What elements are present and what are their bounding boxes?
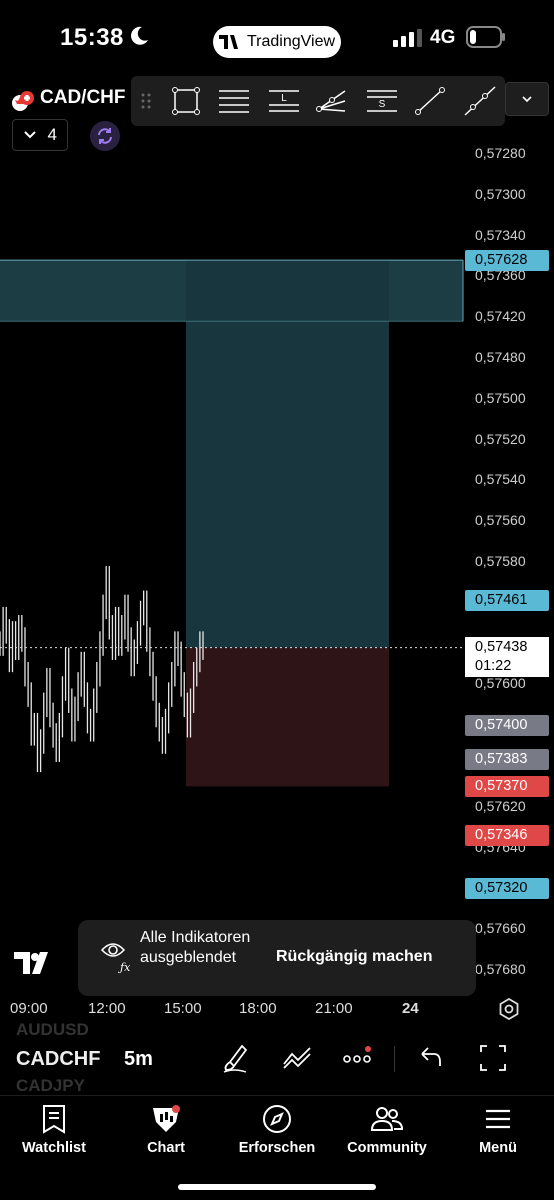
price-tick-label: 0,57500 xyxy=(475,389,526,406)
nav-label: Community xyxy=(347,1140,427,1156)
price-chart[interactable] xyxy=(0,140,465,1020)
symbol-title[interactable]: CAD/CHF xyxy=(40,87,126,109)
nav-label: Watchlist xyxy=(22,1140,86,1156)
short-position-icon[interactable]: S xyxy=(365,85,399,117)
price-tick-label: 0,57480 xyxy=(475,349,526,365)
network-type: 4G xyxy=(430,27,456,48)
bottom-navigation: Watchlist Chart Erforschen Community Men… xyxy=(0,1095,554,1166)
eye-fx-icon: ƒx xyxy=(100,943,131,974)
signal-icon xyxy=(393,29,422,47)
price-level-badge[interactable]: 0,57370 xyxy=(465,775,549,797)
tradingview-logo-icon xyxy=(14,952,48,974)
moon-icon xyxy=(131,26,148,45)
horizontal-lines-icon[interactable] xyxy=(217,85,251,117)
time-tick-label: 09:00 xyxy=(10,1000,48,1017)
nav-label: Menü xyxy=(479,1140,517,1156)
price-tick-label: 0,57600 xyxy=(475,675,526,692)
nav-label: Chart xyxy=(147,1140,185,1156)
drag-handle-icon[interactable] xyxy=(139,91,153,111)
current-price-value: 0,57438 xyxy=(475,638,528,655)
ray-icon[interactable] xyxy=(463,85,497,117)
brush-icon[interactable] xyxy=(220,1042,250,1074)
nav-watchlist[interactable]: Watchlist xyxy=(4,1104,104,1156)
price-tick-label: 0,57340 xyxy=(475,226,526,243)
watchlist-prev-symbol[interactable]: AUDUSD xyxy=(16,1020,89,1040)
undo-icon[interactable] xyxy=(416,1042,446,1074)
community-icon xyxy=(370,1107,404,1131)
stop-zone[interactable] xyxy=(186,647,389,787)
nav-community[interactable]: Community xyxy=(337,1104,437,1156)
watchlist-icon xyxy=(43,1105,65,1134)
candle-countdown: 01:22 xyxy=(475,657,512,674)
tradingview-pill-label: TradingView xyxy=(246,33,336,50)
tradingview-logo-icon xyxy=(218,35,238,49)
battery-icon xyxy=(466,26,505,48)
nav-explore[interactable]: Erforschen xyxy=(227,1104,327,1156)
drawing-toolbar[interactable]: L S xyxy=(131,76,505,126)
chevron-down-icon xyxy=(24,131,36,139)
compass-icon xyxy=(263,1105,291,1133)
interval-selector[interactable]: 5m xyxy=(124,1048,153,1071)
price-level-badge[interactable]: 0,57400 xyxy=(465,714,549,736)
trend-fan-icon[interactable] xyxy=(315,85,349,117)
menu-icon xyxy=(486,1109,510,1129)
home-indicator[interactable] xyxy=(178,1184,376,1190)
status-time: 15:38 xyxy=(60,24,124,51)
tradingview-pill[interactable]: TradingView xyxy=(213,26,341,58)
settings-gear-icon[interactable] xyxy=(498,998,520,1020)
cad-chf-flag-icon xyxy=(12,91,34,111)
fullscreen-icon[interactable] xyxy=(478,1042,508,1074)
chart-icon xyxy=(153,1105,180,1132)
long-position-icon[interactable]: L xyxy=(267,85,301,117)
toolbar-options-dropdown[interactable] xyxy=(505,82,549,116)
time-tick-label: 21:00 xyxy=(315,1000,353,1017)
chevron-down-icon xyxy=(522,96,532,103)
svg-text:L: L xyxy=(281,93,287,104)
current-price-box: 0,57438 01:22 xyxy=(465,636,549,677)
undo-button[interactable]: Rückgängig machen xyxy=(276,948,432,966)
toast-message: Alle Indikatoren ausgeblendet xyxy=(140,929,251,966)
time-tick-label: 12:00 xyxy=(88,1000,126,1017)
svg-text:S: S xyxy=(379,99,386,110)
price-level-badge[interactable]: 0,57628 xyxy=(465,249,549,271)
price-tick-label: 0,57520 xyxy=(475,430,526,447)
price-tick-label: 0,57620 xyxy=(475,797,526,814)
toolbar-divider xyxy=(394,1046,395,1072)
time-tick-label: 24 xyxy=(402,1000,419,1017)
trend-line-icon[interactable] xyxy=(413,85,447,117)
rectangle-icon[interactable] xyxy=(169,85,203,117)
time-tick-label: 15:00 xyxy=(164,1000,202,1017)
price-tick-label: 0,57280 xyxy=(475,145,526,161)
price-level-badge[interactable]: 0,57346 xyxy=(465,824,549,846)
nav-chart[interactable]: Chart xyxy=(116,1104,216,1156)
compare-lines-icon[interactable] xyxy=(282,1042,312,1074)
price-tick-label: 0,57420 xyxy=(475,308,526,325)
price-tick-label: 0,57300 xyxy=(475,185,526,202)
price-tick-label: 0,57580 xyxy=(475,553,526,569)
indicators-hidden-toast: ƒx Alle Indikatoren ausgeblendet Rückgän… xyxy=(78,920,476,996)
price-tick-label: 0,57560 xyxy=(475,512,526,529)
target-zone[interactable] xyxy=(186,260,389,648)
price-level-badge[interactable]: 0,57383 xyxy=(465,749,549,771)
time-tick-label: 18:00 xyxy=(239,1000,277,1017)
price-level-badge[interactable]: 0,57461 xyxy=(465,590,549,612)
symbol-selector[interactable]: CADCHF xyxy=(16,1048,100,1071)
more-options-icon[interactable] xyxy=(342,1042,372,1074)
price-tick-label: 0,57540 xyxy=(475,471,526,488)
price-tick-label: 0,57660 xyxy=(475,920,526,937)
svg-text:ƒx: ƒx xyxy=(117,961,131,974)
price-tick-label: 0,57680 xyxy=(475,961,526,977)
watchlist-next-symbol[interactable]: CADJPY xyxy=(16,1076,85,1096)
price-level-badge[interactable]: 0,57320 xyxy=(465,877,549,899)
nav-menu[interactable]: Menü xyxy=(448,1104,548,1156)
nav-label: Erforschen xyxy=(238,1140,316,1156)
